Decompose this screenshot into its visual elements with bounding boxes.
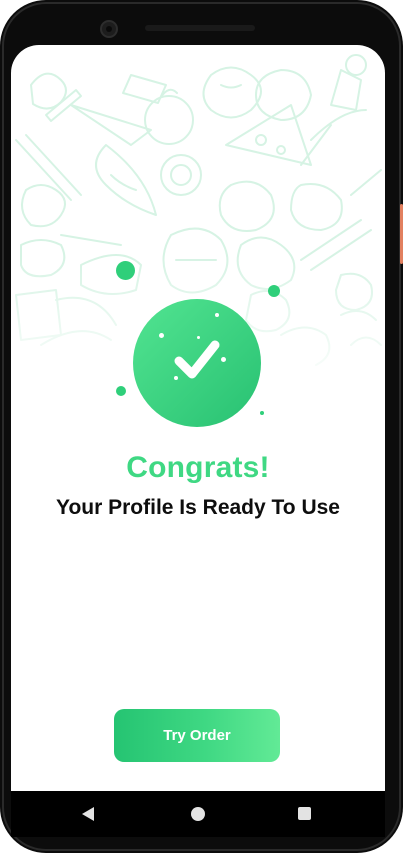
system-nav-bar	[11, 791, 385, 837]
success-badge	[133, 299, 261, 427]
back-triangle-icon[interactable]	[82, 807, 94, 821]
check-icon	[174, 340, 220, 379]
profile-ready-message: Your Profile Is Ready To Use	[56, 496, 340, 519]
decor-dot	[268, 285, 280, 297]
phone-frame: Congrats! Your Profile Is Ready To Use T…	[0, 0, 403, 853]
try-order-button[interactable]: Try Order	[114, 709, 280, 762]
home-circle-icon[interactable]	[191, 807, 205, 821]
decor-dot	[116, 386, 126, 396]
front-camera	[100, 20, 118, 38]
congrats-title: Congrats!	[126, 451, 270, 484]
earpiece-speaker	[145, 25, 255, 31]
app-screen: Congrats! Your Profile Is Ready To Use T…	[11, 45, 385, 791]
recent-square-icon[interactable]	[298, 807, 311, 820]
decor-dot	[116, 261, 135, 280]
